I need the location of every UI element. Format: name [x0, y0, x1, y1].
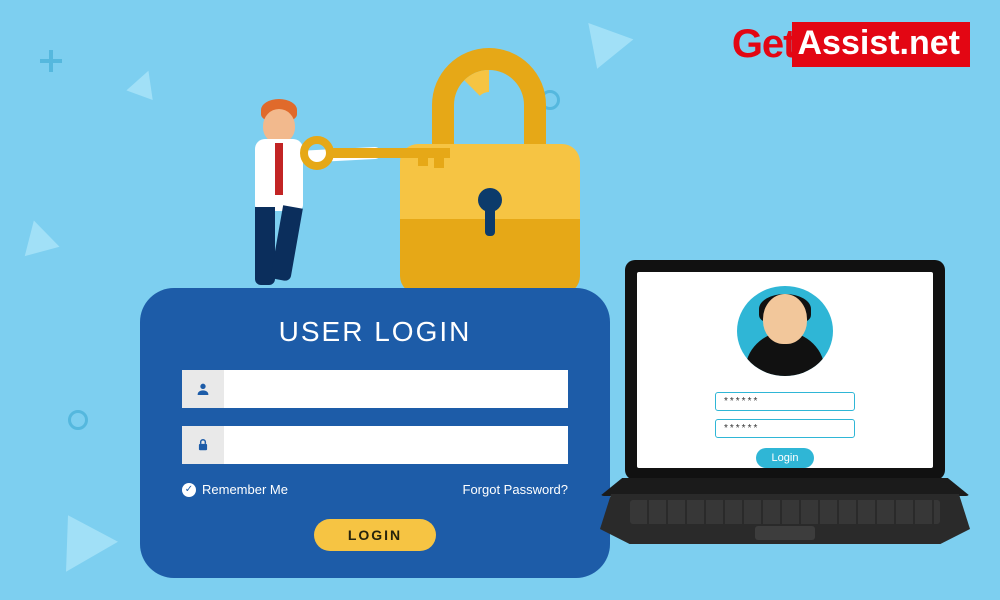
padlock-icon: [400, 48, 580, 288]
check-icon: ✓: [182, 483, 196, 497]
logo-text-part2: Assist.net: [792, 22, 971, 67]
laptop-hinge: [600, 478, 970, 496]
password-input[interactable]: [224, 426, 568, 464]
login-title: USER LOGIN: [182, 316, 568, 348]
user-icon: [182, 370, 224, 408]
bg-triangle-icon: [126, 66, 161, 100]
laptop-trackpad: [755, 526, 815, 540]
laptop-login-button[interactable]: Login: [756, 448, 815, 468]
remember-me-label: Remember Me: [202, 482, 288, 497]
logo-text-part1: Get: [732, 22, 796, 67]
laptop-illustration: ****** ****** Login: [600, 260, 970, 560]
laptop-field1-value: ******: [724, 396, 759, 407]
username-input[interactable]: [224, 370, 568, 408]
bg-triangle-icon: [575, 23, 634, 77]
person-illustration: [225, 95, 375, 295]
login-button[interactable]: LOGIN: [314, 519, 436, 551]
laptop-screen-bezel: ****** ****** Login: [625, 260, 945, 480]
password-field-wrap: [182, 426, 568, 464]
laptop-field2-value: ******: [724, 423, 759, 434]
bg-triangle-icon: [16, 216, 59, 256]
site-logo: Get Assist.net: [732, 22, 970, 67]
key-icon: [330, 140, 470, 166]
avatar-icon: [737, 286, 833, 376]
laptop-username-field[interactable]: ******: [715, 392, 855, 411]
bg-triangle-icon: [42, 500, 118, 572]
bg-circle-icon: [68, 410, 88, 430]
lock-icon: [182, 426, 224, 464]
laptop-screen: ****** ****** Login: [637, 272, 933, 468]
login-card: USER LOGIN ✓ Remember Me Forgot Password…: [140, 288, 610, 578]
username-field-wrap: [182, 370, 568, 408]
remember-me-toggle[interactable]: ✓ Remember Me: [182, 482, 288, 497]
laptop-keyboard: [630, 500, 940, 524]
bg-plus-icon: [40, 50, 62, 72]
laptop-password-field[interactable]: ******: [715, 419, 855, 438]
forgot-password-link[interactable]: Forgot Password?: [463, 482, 569, 497]
